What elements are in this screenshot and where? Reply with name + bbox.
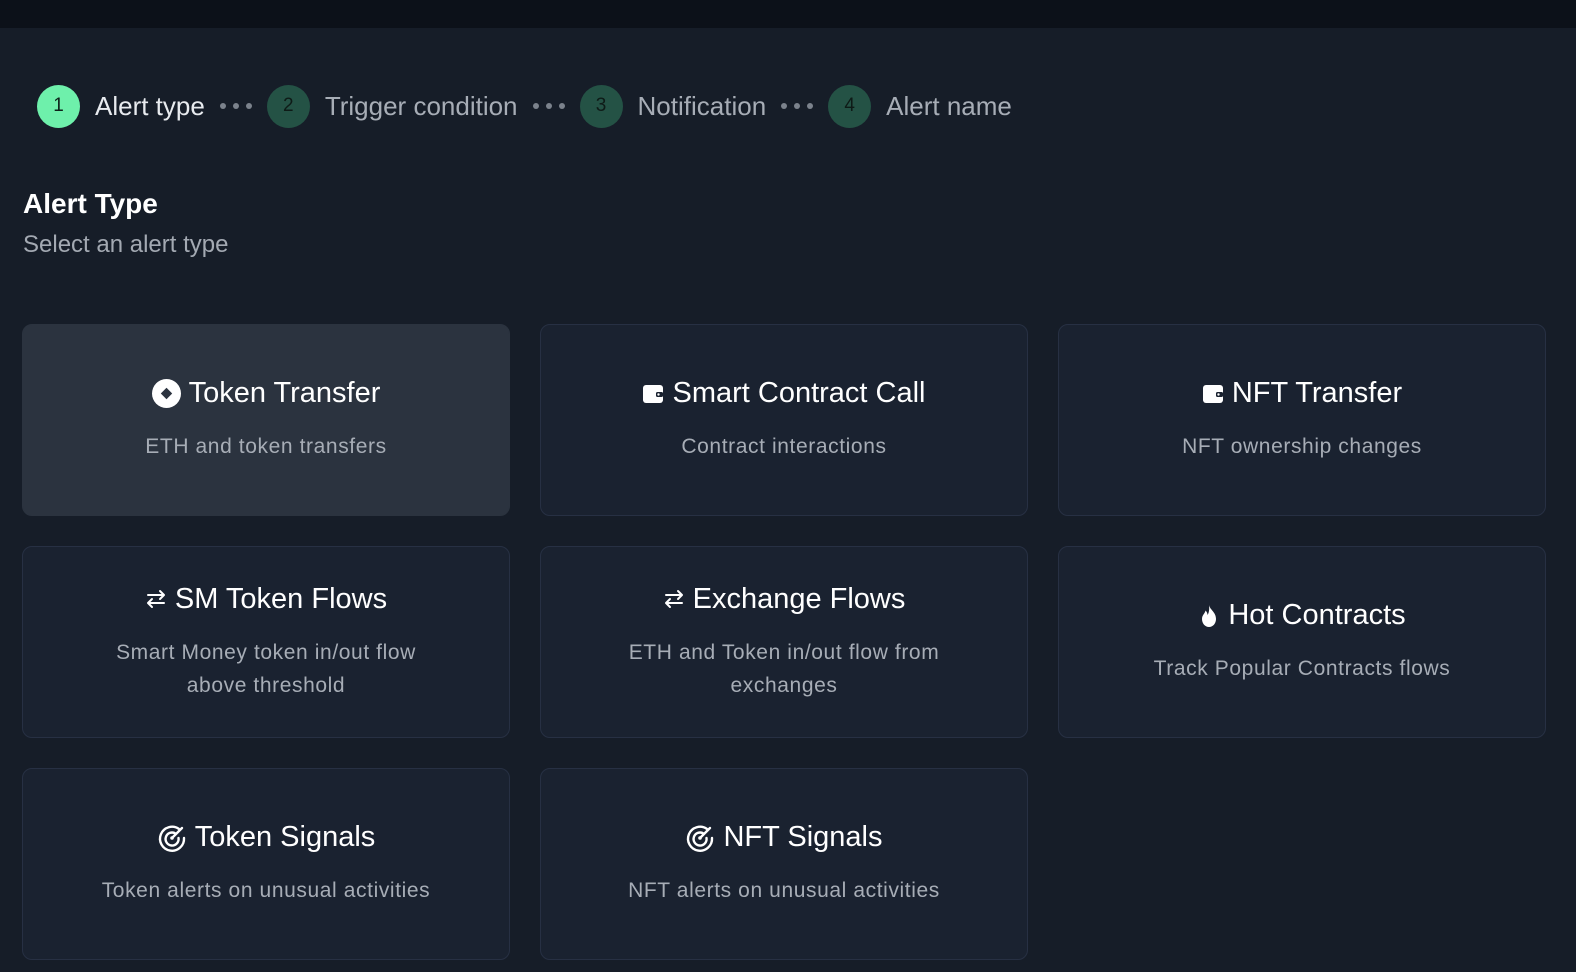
wizard-stepper: 1 Alert type 2 Trigger condition 3 Notif… bbox=[37, 84, 1012, 128]
section-subtitle: Select an alert type bbox=[23, 231, 229, 258]
top-bar bbox=[0, 0, 1576, 28]
card-description: Smart Money token in/out flow above thre… bbox=[116, 640, 416, 697]
step-alert-type[interactable]: 1 Alert type bbox=[37, 84, 205, 128]
card-description: NFT ownership changes bbox=[1182, 435, 1422, 458]
card-title: NFT Signals bbox=[723, 821, 883, 853]
token-icon bbox=[151, 379, 181, 408]
card-description: Contract interactions bbox=[681, 435, 887, 458]
section-title: Alert Type bbox=[23, 188, 158, 219]
radar-icon bbox=[157, 823, 187, 853]
step-separator bbox=[781, 103, 814, 109]
alert-type-card-exchange-flows[interactable]: Exchange Flows ETH and Token in/out flow… bbox=[540, 546, 1028, 738]
step-number: 4 bbox=[828, 84, 872, 128]
card-title: Token Signals bbox=[194, 821, 376, 853]
card-title: NFT Transfer bbox=[1231, 377, 1403, 409]
step-number: 2 bbox=[266, 84, 310, 128]
card-title-row: NFT Transfer bbox=[1202, 377, 1402, 410]
card-title: Smart Contract Call bbox=[672, 377, 926, 409]
step-notification[interactable]: 3 Notification bbox=[579, 84, 767, 128]
card-title: Exchange Flows bbox=[692, 582, 906, 615]
step-trigger-condition[interactable]: 2 Trigger condition bbox=[266, 84, 518, 128]
alert-type-card-sm-token-flows[interactable]: SM Token Flows Smart Money token in/out … bbox=[22, 546, 510, 738]
card-title-row: Exchange Flows bbox=[663, 582, 906, 616]
swap-arrows-icon bbox=[663, 588, 685, 610]
alert-type-card-smart-contract-call[interactable]: Smart Contract Call Contract interaction… bbox=[540, 324, 1028, 516]
alert-type-card-nft-signals[interactable]: NFT Signals NFT alerts on unusual activi… bbox=[540, 768, 1028, 960]
card-title-row: SM Token Flows bbox=[145, 583, 387, 616]
card-title: Hot Contracts bbox=[1228, 599, 1406, 631]
alert-type-card-token-transfer[interactable]: Token Transfer ETH and token transfers bbox=[22, 324, 510, 516]
alert-type-card-token-signals[interactable]: Token Signals Token alerts on unusual ac… bbox=[22, 768, 510, 960]
card-title-row: Smart Contract Call bbox=[642, 377, 926, 410]
step-separator bbox=[219, 103, 252, 109]
step-number: 1 bbox=[37, 84, 80, 128]
card-description: Track Popular Contracts flows bbox=[1153, 657, 1451, 680]
swap-arrows-icon bbox=[145, 588, 167, 610]
card-title-row: NFT Signals bbox=[685, 821, 883, 854]
step-label: Alert name bbox=[886, 90, 1012, 121]
step-number: 3 bbox=[579, 84, 623, 128]
card-description: ETH and Token in/out flow from exchanges bbox=[628, 640, 940, 697]
alert-type-card-hot-contracts[interactable]: Hot Contracts Track Popular Contracts fl… bbox=[1058, 546, 1546, 738]
fire-icon bbox=[1198, 604, 1220, 628]
step-label: Alert type bbox=[95, 90, 205, 121]
wallet-icon bbox=[642, 383, 664, 405]
step-alert-name[interactable]: 4 Alert name bbox=[828, 84, 1012, 128]
card-title-row: Token Transfer bbox=[151, 377, 381, 410]
wallet-icon bbox=[1202, 383, 1224, 405]
card-description: Token alerts on unusual activities bbox=[101, 879, 431, 902]
alert-wizard: 1 Alert type 2 Trigger condition 3 Notif… bbox=[0, 28, 1576, 972]
step-label: Notification bbox=[637, 90, 767, 121]
card-description: NFT alerts on unusual activities bbox=[628, 879, 940, 902]
card-title: SM Token Flows bbox=[174, 582, 388, 615]
step-separator bbox=[532, 103, 565, 109]
card-title-row: Hot Contracts bbox=[1198, 599, 1406, 632]
card-title: Token Transfer bbox=[188, 377, 381, 409]
radar-icon bbox=[685, 823, 715, 853]
card-title-row: Token Signals bbox=[157, 821, 376, 854]
card-description: ETH and token transfers bbox=[145, 435, 387, 458]
step-label: Trigger condition bbox=[324, 90, 518, 121]
alert-type-card-nft-transfer[interactable]: NFT Transfer NFT ownership changes bbox=[1058, 324, 1546, 516]
